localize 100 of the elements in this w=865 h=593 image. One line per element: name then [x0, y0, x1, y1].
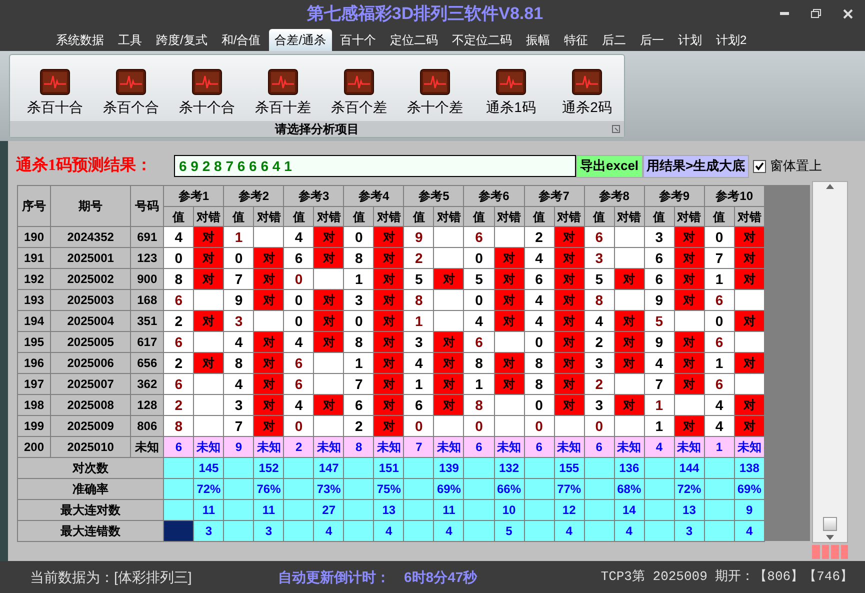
prediction-field[interactable]: 6 9 2 8 7 6 6 6 4 1 — [174, 155, 576, 177]
number-cell: 691 — [130, 226, 164, 248]
ribbon-item[interactable]: 通杀1码 — [474, 69, 548, 118]
menu-tab[interactable]: 特征 — [558, 29, 594, 51]
dialog-launcher-icon[interactable] — [612, 125, 620, 133]
value-cell: 1 — [704, 268, 734, 290]
heartbeat-monitor-icon — [192, 69, 222, 95]
generate-button[interactable]: 用结果>生成大底 — [642, 154, 750, 178]
stat-value: 11 — [194, 500, 224, 520]
result-cell: 对 — [494, 290, 524, 310]
result-cell: 对 — [194, 248, 224, 268]
menu-tab[interactable]: 后二 — [596, 29, 632, 51]
value-cell: 2 — [164, 352, 194, 374]
menu-tab[interactable]: 系统数据 — [50, 29, 110, 51]
subcolumn-header: 值 — [344, 206, 374, 226]
latest-draw-text: TCP3第 2025009 期开：【806】【746】 — [600, 568, 853, 586]
ribbon-item[interactable]: 杀十个差 — [398, 69, 472, 118]
value-cell: 4 — [524, 290, 554, 310]
ribbon-item[interactable]: 通杀2码 — [550, 69, 624, 118]
stat-value: 4 — [434, 520, 464, 542]
value-cell: 2 — [524, 226, 554, 248]
result-cell: 对 — [194, 226, 224, 248]
period-cell: 2025005 — [50, 332, 131, 352]
result-cell: 对 — [374, 290, 404, 310]
close-icon[interactable] — [843, 8, 853, 18]
countdown-value: 6时8分47秒 — [404, 568, 478, 586]
value-cell: 9 — [224, 290, 254, 310]
period-cell: 2025003 — [50, 290, 131, 310]
menu-tab[interactable]: 后一 — [634, 29, 670, 51]
topmost-checkbox[interactable] — [753, 160, 766, 172]
value-cell: 6 — [704, 332, 734, 352]
window-title: 第七感福彩3D排列三软件V8.81 — [306, 2, 544, 25]
value-cell: 5 — [644, 310, 674, 332]
stat-value: 11 — [434, 500, 464, 520]
ribbon-item[interactable]: 杀百十差 — [246, 69, 320, 118]
group-header: 参考7 — [524, 186, 584, 206]
value-cell: 7 — [224, 268, 254, 290]
stat-value: 76% — [254, 478, 284, 500]
result-cell: 未知 — [434, 436, 464, 458]
result-cell: 对 — [734, 416, 764, 436]
menu-tab[interactable]: 跨度/复式 — [150, 29, 214, 51]
ribbon-item[interactable]: 杀百十合 — [18, 69, 92, 118]
menu-tab[interactable]: 合差/通杀 — [268, 29, 332, 51]
scroll-down-icon[interactable] — [826, 535, 834, 540]
heartbeat-monitor-icon — [572, 69, 602, 95]
result-cell: 对 — [614, 332, 644, 352]
stat-value: 4 — [614, 520, 644, 542]
value-cell: 4 — [704, 394, 734, 416]
menu-tab[interactable]: 计划2 — [710, 29, 753, 51]
restore-icon[interactable] — [811, 9, 821, 18]
ribbon-item[interactable]: 杀百个差 — [322, 69, 396, 118]
subcolumn-header: 对错 — [374, 206, 404, 226]
value-cell: 8 — [224, 352, 254, 374]
value-cell: 8 — [164, 416, 194, 436]
value-cell: 1 — [644, 416, 674, 436]
value-cell: 4 — [224, 332, 254, 352]
column-header: 期号 — [50, 186, 131, 226]
stat-value: 144 — [674, 458, 704, 478]
menu-tab[interactable]: 工具 — [112, 29, 148, 51]
value-cell: 0 — [464, 416, 494, 436]
scroll-up-icon[interactable] — [826, 184, 834, 189]
scrollbar[interactable] — [812, 181, 848, 543]
value-cell: 1 — [404, 374, 434, 394]
number-cell: 617 — [130, 332, 164, 352]
value-cell: 0 — [344, 310, 374, 332]
ribbon-item[interactable]: 杀十个合 — [170, 69, 244, 118]
result-cell: 对 — [254, 268, 284, 290]
value-cell: 3 — [644, 226, 674, 248]
value-cell: 4 — [644, 436, 674, 458]
menu-tab[interactable]: 百十个 — [334, 29, 382, 51]
value-cell: 3 — [584, 394, 614, 416]
value-cell: 1 — [404, 310, 434, 332]
value-cell: 6 — [704, 374, 734, 394]
seq-cell: 197 — [18, 374, 51, 394]
value-cell: 8 — [344, 248, 374, 268]
period-cell: 2025009 — [50, 416, 131, 436]
export-button[interactable]: 导出excel — [576, 154, 643, 178]
stat-value: 4 — [734, 520, 764, 542]
scrollbar-thumb[interactable] — [823, 517, 837, 531]
subcolumn-header: 对错 — [674, 206, 704, 226]
heartbeat-monitor-icon — [496, 69, 526, 95]
menu-tab[interactable]: 定位二码 — [384, 29, 444, 51]
value-cell: 3 — [344, 290, 374, 310]
menu-tab[interactable]: 和/合值 — [215, 29, 267, 51]
stat-value: 66% — [494, 478, 524, 500]
subcolumn-header: 值 — [584, 206, 614, 226]
heartbeat-monitor-icon — [420, 69, 450, 95]
menu-tab[interactable]: 不定位二码 — [446, 29, 518, 51]
ribbon-item[interactable]: 杀百个合 — [94, 69, 168, 118]
stat-value: 10 — [494, 500, 524, 520]
stat-value: 14 — [614, 500, 644, 520]
value-cell: 6 — [524, 268, 554, 290]
menu-tab[interactable]: 计划 — [672, 29, 708, 51]
result-cell: 对 — [494, 352, 524, 374]
value-cell: 0 — [284, 268, 314, 290]
value-cell: 0 — [284, 416, 314, 436]
menu-tab[interactable]: 振幅 — [520, 29, 556, 51]
subcolumn-header: 值 — [224, 206, 254, 226]
result-cell: 对 — [734, 248, 764, 268]
result-cell: 对 — [374, 394, 404, 416]
